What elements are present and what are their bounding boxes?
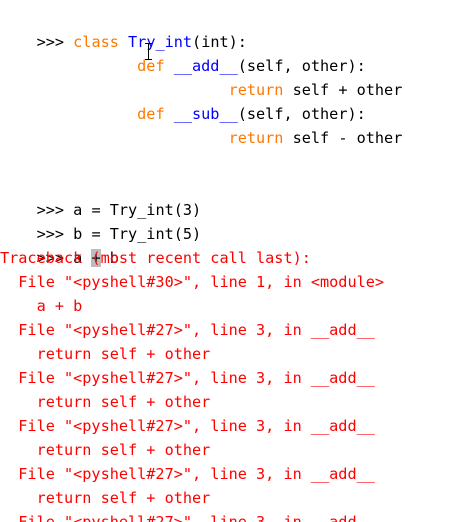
- python-shell-output[interactable]: >>> class Try_int(int): def __add__(self…: [0, 0, 455, 522]
- keyword: return: [228, 129, 293, 147]
- traceback-code-line: return self + other: [36, 441, 211, 459]
- shell-line: return self - other: [0, 102, 403, 147]
- shell-line: def __sub__(self, other):: [0, 78, 366, 123]
- shell-line: >>> a = Try_int(3): [0, 174, 202, 219]
- traceback-file-line: File "<pyshell#27>", line 3, in __add__: [18, 369, 375, 387]
- traceback-file-line: File "<pyshell#27>", line 3, in __add__: [18, 321, 375, 339]
- shell-line: >>> class Try_int(int):: [0, 6, 247, 51]
- traceback-code-line: return self + other: [36, 393, 211, 411]
- shell-line: def __add__(self, other):: [0, 30, 366, 75]
- traceback-code-line: return self + other: [36, 489, 211, 507]
- shell-line: >>> a + b: [0, 222, 119, 267]
- traceback-header: Traceback (most recent call last):: [0, 249, 311, 267]
- code-text: self - other: [292, 129, 403, 147]
- shell-line: >>> b = Try_int(5): [0, 198, 202, 243]
- traceback-code-line: a + b: [36, 297, 83, 315]
- shell-line: return self + other: [0, 54, 403, 99]
- traceback-code-line: return self + other: [36, 345, 211, 363]
- traceback-file-line: File "<pyshell#27>", line 3, in __add__: [18, 513, 375, 522]
- traceback-file-line: File "<pyshell#27>", line 3, in __add__: [18, 417, 375, 435]
- traceback-file-line: File "<pyshell#30>", line 1, in <module>: [18, 273, 385, 291]
- i-beam-cursor-icon: [145, 43, 152, 60]
- traceback-file-line: File "<pyshell#27>", line 3, in __add__: [18, 465, 375, 483]
